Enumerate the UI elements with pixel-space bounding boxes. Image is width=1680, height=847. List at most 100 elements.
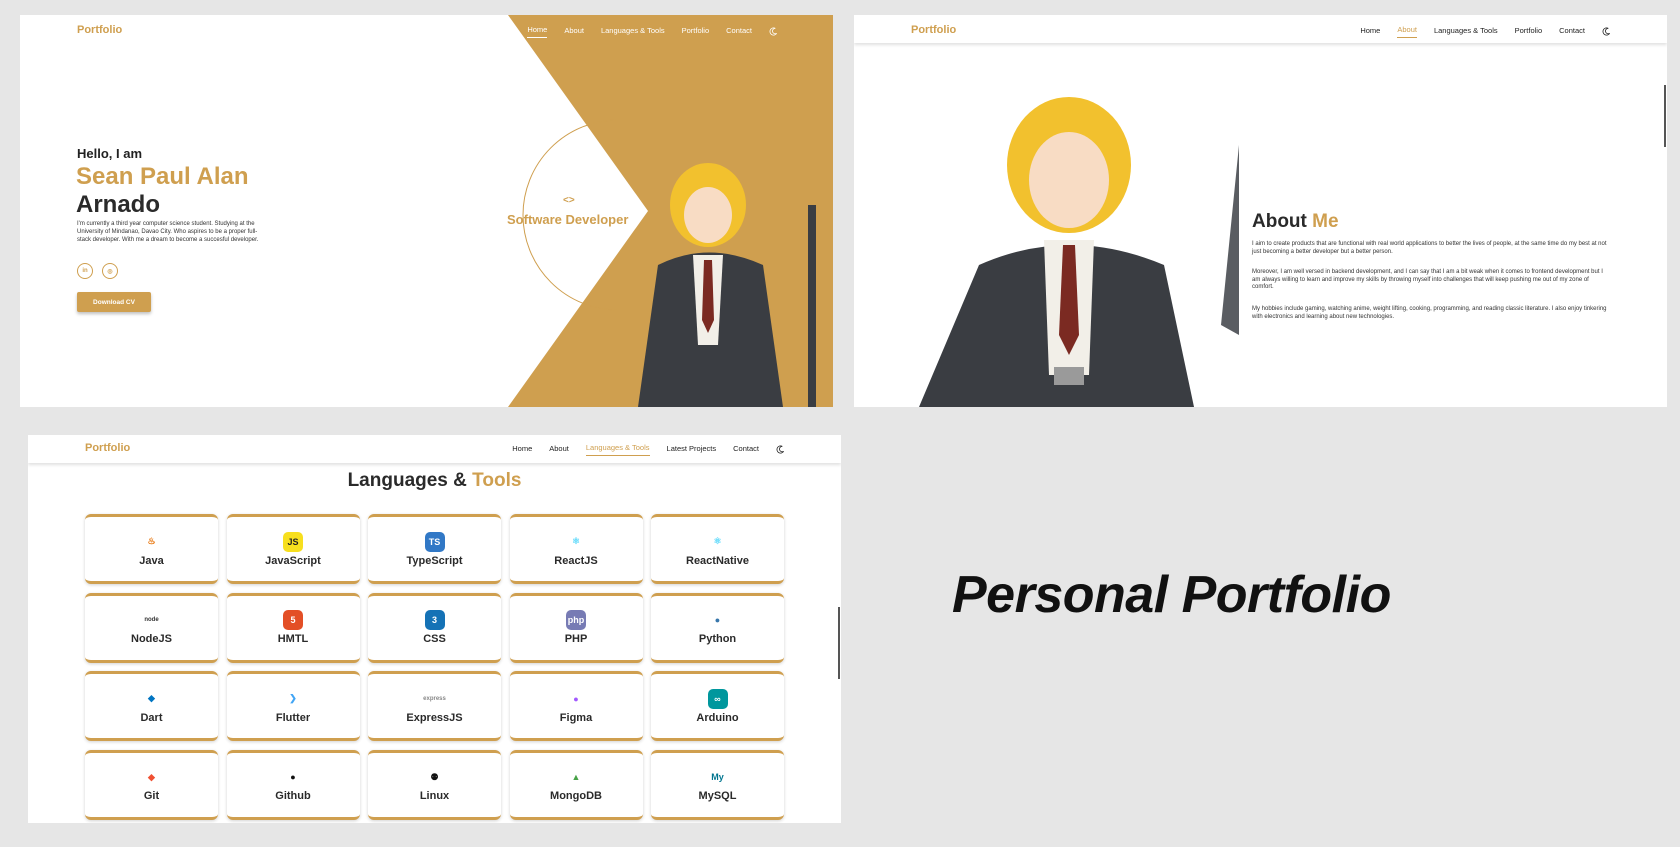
tool-label: Git — [143, 790, 160, 802]
tool-label: PHP — [564, 633, 588, 645]
tool-card: 5 HMTL — [226, 592, 360, 663]
tool-label: CSS — [423, 633, 446, 645]
tool-label: Github — [275, 790, 311, 802]
greeting: Hello, I am — [77, 146, 143, 161]
nav-languages-tools[interactable]: Languages & Tools — [601, 26, 665, 38]
github-icon[interactable]: ◎ — [102, 263, 118, 279]
tool-label: HMTL — [277, 633, 309, 645]
character-illustration — [919, 75, 1239, 407]
moon-icon[interactable] — [1602, 27, 1611, 36]
nav-about[interactable]: About — [564, 26, 584, 38]
tool-label: Python — [698, 633, 737, 645]
tool-card: ⚛ ReactNative — [651, 514, 784, 584]
javascript-icon: JS — [283, 531, 303, 552]
hero-screenshot: Portfolio Home About Languages & Tools P… — [20, 15, 833, 407]
tool-label: Dart — [140, 711, 163, 724]
logo[interactable]: Portfolio — [911, 24, 956, 36]
linux-icon: ⚉ — [430, 771, 439, 782]
bio-text: I'm currently a third year computer scie… — [77, 221, 259, 243]
react-icon: ⚛ — [571, 536, 581, 546]
tool-card: ◆ Git — [85, 749, 218, 820]
nav-home[interactable]: Home — [512, 444, 532, 456]
linkedin-icon[interactable]: in — [77, 263, 93, 279]
tool-card: ⚛ ReactJS — [509, 514, 643, 584]
tool-card: TS TypeScript — [368, 514, 501, 584]
java-icon: ♨ — [147, 536, 156, 546]
dart-icon: ◆ — [148, 693, 155, 703]
tool-card: ● Python — [651, 592, 784, 663]
section-title: Languages & Tools — [347, 470, 522, 491]
main-nav: Home About Languages & Tools Portfolio C… — [527, 25, 778, 38]
main-nav: Home About Languages & Tools Latest Proj… — [512, 443, 785, 456]
tool-card: ▲ MongoDB — [509, 749, 643, 820]
git-icon: ◆ — [148, 771, 155, 782]
tool-card: 3 CSS — [368, 592, 501, 663]
logo[interactable]: Portfolio — [77, 24, 122, 36]
tool-label: ExpressJS — [406, 711, 463, 724]
react-native-icon: ⚛ — [713, 536, 722, 546]
tool-label: ReactJS — [554, 554, 598, 567]
about-screenshot: Portfolio Home About Languages & Tools P… — [854, 15, 1667, 407]
main-nav: Home About Languages & Tools Portfolio C… — [1360, 25, 1611, 38]
tool-label: MongoDB — [550, 790, 602, 802]
css3-icon: 3 — [424, 610, 445, 630]
nav-about[interactable]: About — [1397, 25, 1417, 38]
hero-background-shape — [508, 15, 833, 407]
name-first: Sean Paul Alan — [76, 163, 249, 190]
tool-label: TypeScript — [406, 554, 463, 567]
express-icon: express — [423, 695, 446, 702]
tool-card: ∞ Arduino — [651, 671, 784, 741]
tool-label: Java — [139, 554, 164, 567]
tool-card: ● Figma — [509, 671, 643, 741]
nav-contact[interactable]: Contact — [726, 26, 752, 38]
nav-home[interactable]: Home — [1360, 26, 1380, 38]
flutter-icon: ❯ — [289, 693, 297, 703]
php-icon: php — [566, 610, 586, 630]
logo[interactable]: Portfolio — [85, 442, 130, 454]
download-cv-button[interactable]: Download CV — [77, 292, 151, 312]
tool-label: ReactNative — [686, 554, 749, 567]
tool-label: Flutter — [275, 711, 311, 724]
nav-about[interactable]: About — [549, 444, 569, 456]
caption-title: Personal Portfolio — [952, 566, 1391, 624]
code-icon: <> — [563, 195, 575, 206]
tool-label: NodeJS — [131, 633, 172, 645]
nav-languages-tools[interactable]: Languages & Tools — [585, 443, 650, 456]
tool-label: Linux — [419, 790, 450, 802]
tool-card: ❯ Flutter — [226, 671, 360, 741]
tool-card: My MySQL — [651, 749, 784, 820]
tool-card: express ExpressJS — [368, 671, 501, 741]
html5-icon: 5 — [283, 610, 303, 630]
figma-icon: ● — [573, 693, 579, 704]
moon-icon[interactable] — [769, 27, 778, 36]
tool-card: ● Github — [226, 749, 360, 820]
mysql-icon: My — [711, 772, 724, 782]
mongodb-icon: ▲ — [571, 772, 581, 782]
scrollbar[interactable] — [1664, 85, 1666, 147]
nodejs-icon: node — [144, 617, 159, 623]
tool-label: MySQL — [698, 790, 737, 802]
nav-latest-projects[interactable]: Latest Projects — [667, 444, 717, 456]
nav-home[interactable]: Home — [527, 25, 548, 38]
nav-contact[interactable]: Contact — [733, 444, 759, 456]
about-paragraph: Moreover, I am well versed in backend de… — [1252, 269, 1603, 290]
tool-card: ⚉ Linux — [368, 749, 501, 820]
typescript-icon: TS — [424, 531, 445, 552]
tools-screenshot: Portfolio Home About Languages & Tools L… — [28, 435, 841, 823]
moon-icon[interactable] — [776, 445, 785, 454]
tool-card: ♨ Java — [85, 514, 218, 584]
nav-languages-tools[interactable]: Languages & Tools — [1434, 26, 1498, 38]
nav-portfolio[interactable]: Portfolio — [682, 26, 710, 38]
tool-label: Figma — [559, 711, 593, 724]
about-title: About Me — [1252, 211, 1339, 232]
nav-contact[interactable]: Contact — [1559, 26, 1585, 38]
arduino-icon: ∞ — [707, 688, 728, 709]
tool-card: node NodeJS — [85, 592, 218, 663]
nav-portfolio[interactable]: Portfolio — [1515, 26, 1543, 38]
python-icon: ● — [714, 615, 721, 625]
tool-card: php PHP — [509, 592, 643, 663]
tool-label: JavaScript — [265, 554, 321, 567]
about-paragraph: I aim to create products that are functi… — [1252, 241, 1607, 255]
scrollbar[interactable] — [838, 607, 840, 679]
tool-card: JS JavaScript — [226, 514, 360, 584]
